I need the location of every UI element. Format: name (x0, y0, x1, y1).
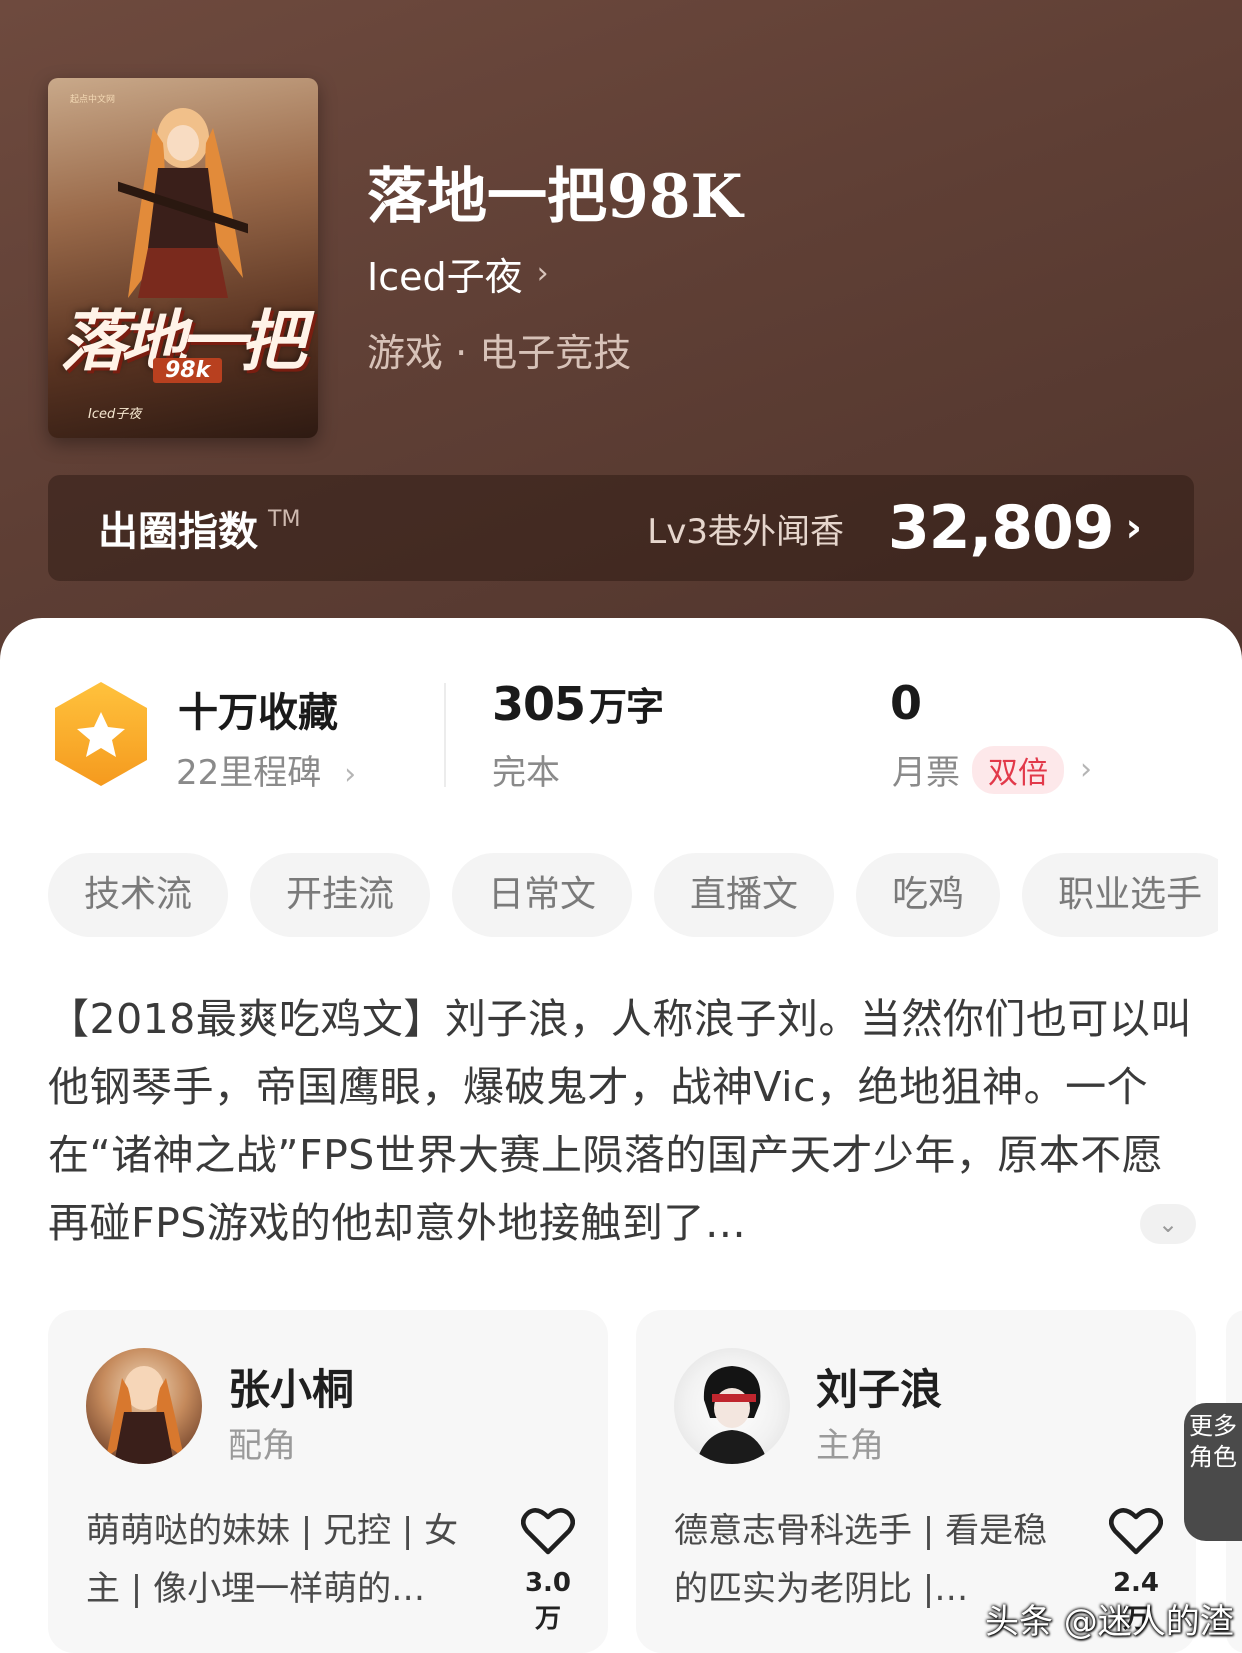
character-card[interactable]: 张小桐 配角 萌萌哒的妹妹 | 兄控 | 女主 | 像小埋一样萌的… 3.0万 (48, 1310, 608, 1653)
heart-icon (521, 1508, 575, 1555)
word-count: 305 万字 (492, 676, 664, 731)
milestone-count: 22里程碑 (176, 753, 322, 793)
index-value: 32,809 (887, 493, 1115, 563)
avatar (86, 1348, 202, 1464)
chevron-right-icon: › (536, 256, 549, 291)
watermark: 头条 @迷人的渣 (985, 1602, 1234, 1642)
chevron-right-icon: › (1080, 752, 1092, 787)
character-name: 张小桐 (228, 1365, 355, 1414)
monthly-votes-value: 0 (890, 676, 923, 730)
character-role: 配角 (228, 1426, 296, 1466)
author-name: Iced子夜 (367, 255, 523, 299)
book-cover[interactable]: 起点中文网 落地一把 98k Iced子夜 (48, 78, 318, 438)
book-genre: 游戏 · 电子竞技 (367, 331, 632, 375)
tag-chip[interactable]: 开挂流 (250, 853, 431, 937)
word-count-value: 305 (492, 677, 586, 731)
monthly-votes-link[interactable]: 月票 双倍 › (892, 745, 1092, 794)
book-synopsis[interactable]: 【2018最爽吃鸡文】刘子浪，人称浪子刘。当然你们也可以叫他钢琴手，帝国鹰眼，爆… (48, 985, 1198, 1257)
word-count-unit: 万字 (589, 685, 664, 729)
milestone-link[interactable]: 22里程碑 › (176, 745, 356, 794)
monthly-votes-label: 月票 (892, 753, 960, 793)
index-level: Lv3巷外闻香 (647, 511, 844, 552)
character-name: 刘子浪 (816, 1365, 943, 1414)
heart-icon (1109, 1508, 1163, 1555)
chevron-right-icon: › (1125, 505, 1142, 551)
expand-chevron-icon[interactable]: ⌄ (1140, 1204, 1196, 1244)
author-link[interactable]: Iced子夜 › (367, 246, 549, 301)
like-count: 3.0万 (524, 1568, 572, 1634)
tag-chip[interactable]: 直播文 (654, 853, 835, 937)
tag-chip[interactable]: 吃鸡 (856, 853, 1001, 937)
collect-milestone: 十万收藏 (178, 690, 338, 736)
character-role: 主角 (816, 1426, 884, 1466)
index-label: 出圈指数 (98, 509, 258, 555)
divider (444, 683, 446, 787)
tag-chip[interactable]: 技术流 (48, 853, 229, 937)
tag-list: 技术流 开挂流 日常文 直播文 吃鸡 职业选手 (48, 853, 1218, 937)
avatar (674, 1348, 790, 1464)
book-status: 完本 (492, 753, 560, 793)
book-title: 落地一把98K (367, 162, 743, 232)
cover-publisher: 起点中文网 (70, 95, 116, 105)
popularity-index-bar[interactable]: 出圈指数 TM Lv3巷外闻香 32,809 › (48, 475, 1194, 581)
trademark-mark: TM (268, 506, 301, 532)
tag-chip[interactable]: 日常文 (452, 853, 633, 937)
double-badge: 双倍 (972, 745, 1064, 794)
cover-author: Iced子夜 (88, 407, 142, 422)
more-roles-button[interactable]: 更多角色 (1184, 1403, 1242, 1541)
like-button[interactable]: 3.0万 (518, 1506, 578, 1635)
star-badge-icon (55, 682, 147, 786)
character-description: 萌萌哒的妹妹 | 兄控 | 女主 | 像小埋一样萌的… (86, 1511, 459, 1609)
tag-chip[interactable]: 职业选手 (1022, 853, 1218, 937)
chevron-right-icon: › (344, 757, 357, 792)
cover-badge: 98k (153, 358, 223, 383)
